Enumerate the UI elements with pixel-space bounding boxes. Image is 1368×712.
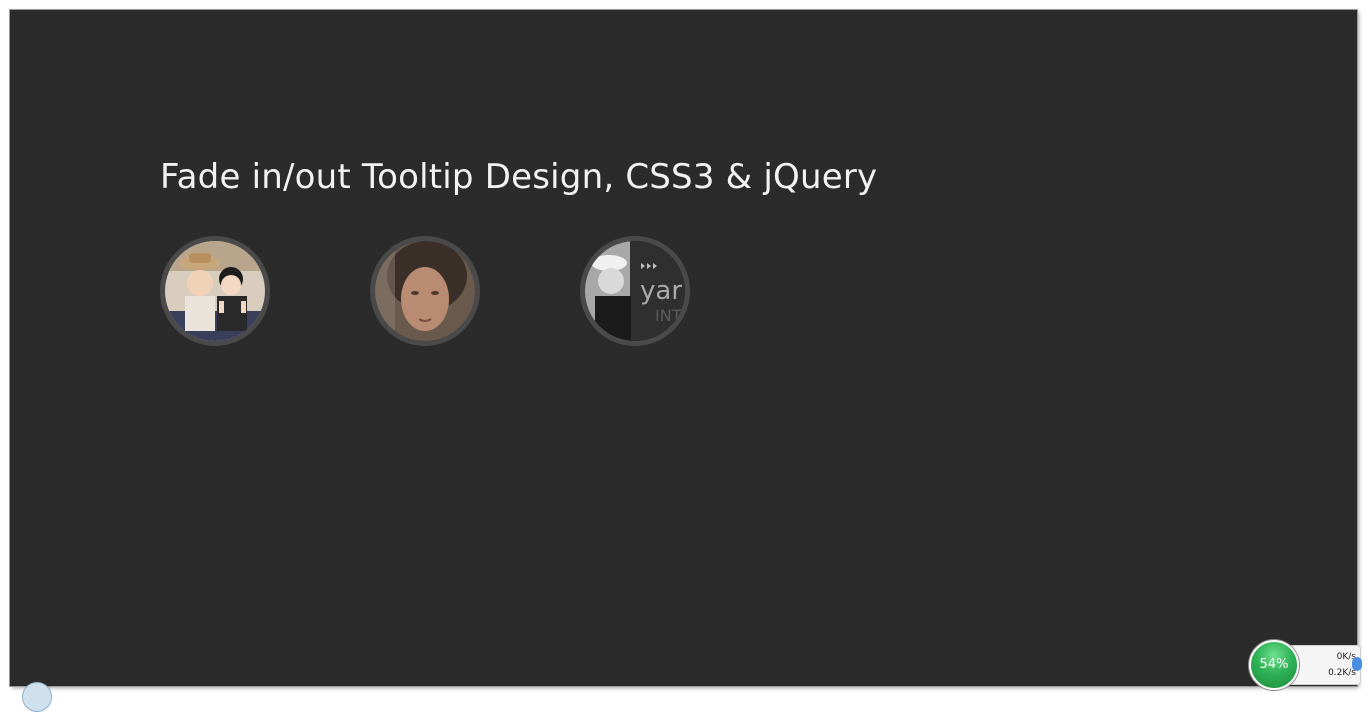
corner-widget-icon[interactable] [22,682,52,712]
avatar-1[interactable] [160,236,270,346]
avatar-3-photo: yar INT [585,241,685,341]
browser-viewport: Fade in/out Tooltip Design, CSS3 & jQuer… [10,10,1357,686]
upload-speed: 0K/s [1336,652,1356,662]
page-title: Fade in/out Tooltip Design, CSS3 & jQuer… [160,157,878,197]
avatar-1-photo [165,241,265,341]
network-monitor-widget[interactable]: ↑ 0K/s ↓ 0.2K/s 54% [1249,640,1368,690]
avatar-3-sub: INT [655,306,682,325]
tray-indicator-icon [1352,657,1362,671]
avatar-2-photo [375,241,475,341]
avatar-3-word: yar [640,276,682,306]
avatar-2[interactable] [370,236,480,346]
cpu-usage-ball[interactable]: 54% [1249,640,1299,690]
avatar-3[interactable]: yar INT [580,236,690,346]
download-speed: 0.2K/s [1328,668,1356,678]
avatar-list: yar INT [160,236,690,346]
